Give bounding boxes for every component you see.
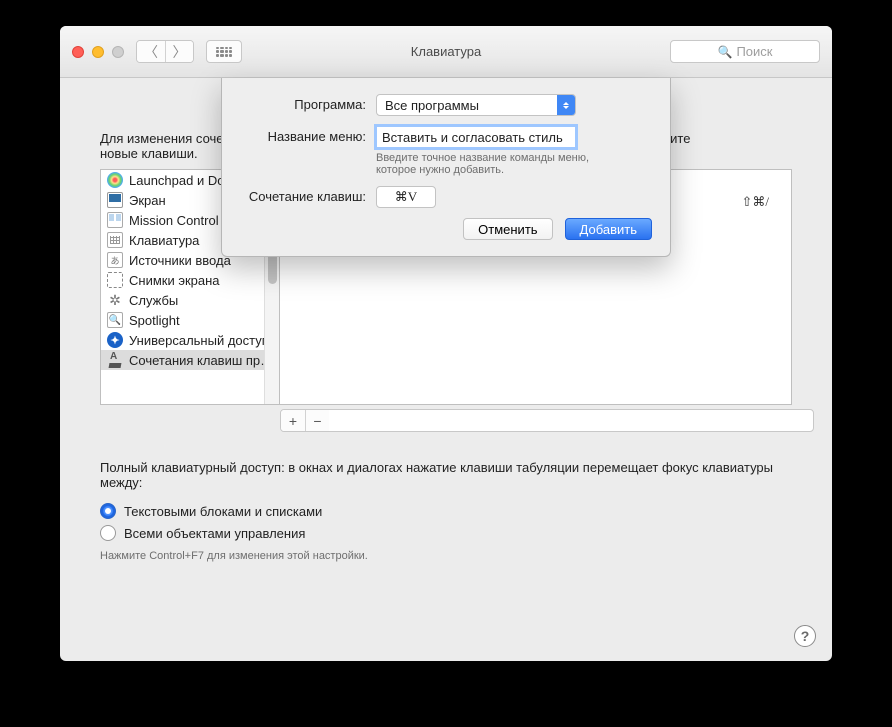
prefs-window: 〈 〉 Клавиатура 🔍 Поиск Клави ктовка Для … xyxy=(60,26,832,661)
launchpad-icon xyxy=(107,172,123,188)
close-button[interactable] xyxy=(72,46,84,58)
sidebar-item-label: Mission Control xyxy=(129,213,219,228)
sidebar-item-label: Spotlight xyxy=(129,313,180,328)
search-placeholder: Поиск xyxy=(736,44,772,59)
display-icon xyxy=(107,192,123,208)
titlebar: 〈 〉 Клавиатура 🔍 Поиск xyxy=(60,26,832,78)
sidebar-item-label: Универсальный доступ xyxy=(129,333,269,348)
nav-buttons: 〈 〉 xyxy=(136,40,194,63)
sidebar-item-label: Экран xyxy=(129,193,166,208)
screenshot-icon xyxy=(107,272,123,288)
sidebar-item-label: Службы xyxy=(129,293,178,308)
zoom-button[interactable] xyxy=(112,46,124,58)
back-button[interactable]: 〈 xyxy=(137,41,165,62)
menu-title-value: Вставить и согласовать стиль xyxy=(382,130,563,145)
add-remove-controls: + − xyxy=(280,409,814,432)
shortcut-field[interactable]: ⌘V xyxy=(376,186,436,208)
sidebar-item-spotlight[interactable]: 🔍 Spotlight xyxy=(101,310,279,330)
sidebar-item-label: Снимки экрана xyxy=(129,273,220,288)
radio-text-boxes[interactable]: Текстовыми блоками и списками xyxy=(100,500,792,522)
application-value: Все программы xyxy=(385,98,479,113)
search-field[interactable]: 🔍 Поиск xyxy=(670,40,820,63)
full-keyboard-access-text: Полный клавиатурный доступ: в окнах и ди… xyxy=(100,460,792,490)
spotlight-icon: 🔍 xyxy=(107,312,123,328)
services-icon: ✲ xyxy=(107,292,123,308)
sidebar-item-label: Источники ввода xyxy=(129,253,231,268)
add-shortcut-sheet: Программа: Все программы Название меню: … xyxy=(221,78,671,257)
f7-hint: Нажмите Control+F7 для изменения этой на… xyxy=(100,550,792,562)
sidebar-item-screenshots[interactable]: Снимки экрана xyxy=(101,270,279,290)
sidebar-item-label: Сочетания клавиш пр… xyxy=(129,353,273,368)
window-controls xyxy=(72,46,124,58)
radio-button-checked[interactable] xyxy=(100,503,116,519)
sidebar-item-services[interactable]: ✲ Службы xyxy=(101,290,279,310)
cancel-button[interactable]: Отменить xyxy=(463,218,552,240)
menu-title-label: Название меню: xyxy=(240,126,376,144)
input-sources-icon: あ xyxy=(107,252,123,268)
radio-label: Текстовыми блоками и списками xyxy=(124,504,322,519)
sidebar-item-label: Клавиатура xyxy=(129,233,199,248)
sidebar-item-accessibility[interactable]: ✦ Универсальный доступ xyxy=(101,330,279,350)
radio-label: Всеми объектами управления xyxy=(124,526,305,541)
app-shortcuts-icon xyxy=(107,352,123,368)
menu-title-help: Введите точное название команды меню, ко… xyxy=(376,152,596,176)
radio-all-controls[interactable]: Всеми объектами управления xyxy=(100,522,792,544)
add-button[interactable]: Добавить xyxy=(565,218,652,240)
menu-title-field[interactable]: Вставить и согласовать стиль xyxy=(376,126,576,148)
instructions-line2: новые клавиши. xyxy=(100,146,198,161)
search-icon: 🔍 xyxy=(718,45,733,59)
popup-arrows-icon xyxy=(557,95,575,115)
grid-icon xyxy=(216,47,232,57)
shortcut-value: ⇧⌘/ xyxy=(741,194,769,210)
accessibility-icon: ✦ xyxy=(107,332,123,348)
minimize-button[interactable] xyxy=(92,46,104,58)
radio-button-unchecked[interactable] xyxy=(100,525,116,541)
instructions-left: Для изменения сочета xyxy=(100,131,236,146)
add-shortcut-button[interactable]: + xyxy=(281,410,305,432)
sidebar-item-app-shortcuts[interactable]: Сочетания клавиш пр… xyxy=(101,350,279,370)
keyboard-icon xyxy=(107,232,123,248)
shortcut-label: Сочетание клавиш: xyxy=(240,186,376,204)
mission-control-icon xyxy=(107,212,123,228)
application-label: Программа: xyxy=(240,94,376,112)
remove-shortcut-button[interactable]: − xyxy=(305,410,329,432)
keyboard-access-radios: Текстовыми блоками и списками Всеми объе… xyxy=(100,500,792,544)
show-all-button[interactable] xyxy=(206,40,242,63)
application-popup[interactable]: Все программы xyxy=(376,94,576,116)
forward-button[interactable]: 〉 xyxy=(165,41,193,62)
help-button[interactable]: ? xyxy=(794,625,816,647)
